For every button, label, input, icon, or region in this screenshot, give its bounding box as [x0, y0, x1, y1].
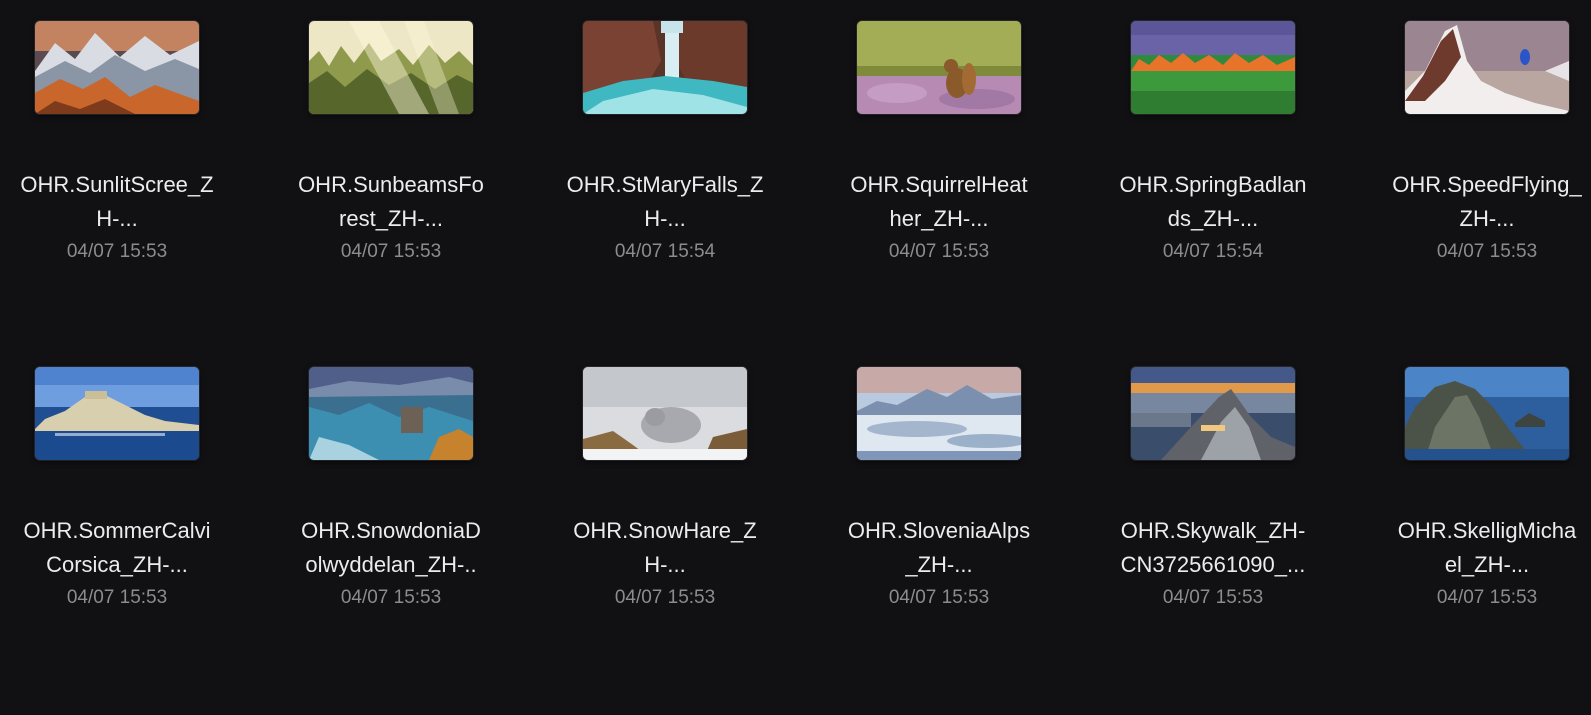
- file-date: 04/07 15:53: [66, 241, 168, 262]
- thumbnail-image[interactable]: [857, 367, 1021, 460]
- file-tile[interactable]: OHR.SnowdoniaD olwyddelan_ZH-.. 04/07 15…: [281, 367, 501, 667]
- file-name: OHR.SunbeamsFo rest_ZH-...: [298, 172, 484, 231]
- thumbnail-image[interactable]: [583, 21, 747, 114]
- thumbnail-image[interactable]: [1405, 21, 1569, 114]
- file-date: 04/07 15:53: [1436, 241, 1538, 262]
- thumbnail-image[interactable]: [309, 367, 473, 460]
- thumbnail-image[interactable]: [1131, 21, 1295, 114]
- thumbnail-image[interactable]: [583, 367, 747, 460]
- file-date: 04/07 15:53: [1436, 587, 1538, 608]
- file-date: 04/07 15:53: [888, 587, 990, 608]
- file-name: OHR.SkelligMicha el_ZH-...: [1397, 518, 1577, 577]
- file-grid: OHR.SunlitScree_Z H-... 04/07 15:53 OHR.…: [0, 0, 1591, 715]
- file-tile[interactable]: OHR.SloveniaAlps _ZH-... 04/07 15:53: [829, 367, 1049, 667]
- file-date: 04/07 15:53: [888, 241, 990, 262]
- file-name: OHR.SquirrelHeat her_ZH-...: [850, 172, 1028, 231]
- thumbnail-image[interactable]: [1405, 367, 1569, 460]
- thumbnail-image[interactable]: [35, 367, 199, 460]
- file-date: 04/07 15:53: [614, 587, 716, 608]
- file-name: OHR.StMaryFalls_Z H-...: [566, 172, 764, 231]
- file-tile[interactable]: OHR.SunlitScree_Z H-... 04/07 15:53: [7, 21, 227, 321]
- thumbnail-image[interactable]: [857, 21, 1021, 114]
- file-date: 04/07 15:54: [614, 241, 716, 262]
- file-name: OHR.SpringBadlan ds_ZH-...: [1119, 172, 1307, 231]
- file-tile[interactable]: OHR.SnowHare_Z H-... 04/07 15:53: [555, 367, 775, 667]
- file-name: OHR.SommerCalvi Corsica_ZH-...: [23, 518, 211, 577]
- file-date: 04/07 15:53: [340, 587, 442, 608]
- file-name: OHR.SunlitScree_Z H-...: [20, 172, 214, 231]
- file-name: OHR.SnowdoniaD olwyddelan_ZH-..: [301, 518, 481, 577]
- file-name: OHR.Skywalk_ZH- CN3725661090_...: [1120, 518, 1306, 577]
- file-tile[interactable]: OHR.SkelligMicha el_ZH-... 04/07 15:53: [1377, 367, 1591, 667]
- file-name: OHR.SpeedFlying_ ZH-...: [1392, 172, 1582, 231]
- file-date: 04/07 15:53: [66, 587, 168, 608]
- thumbnail-image[interactable]: [1131, 367, 1295, 460]
- file-tile[interactable]: OHR.SunbeamsFo rest_ZH-... 04/07 15:53: [281, 21, 501, 321]
- file-tile[interactable]: OHR.SquirrelHeat her_ZH-... 04/07 15:53: [829, 21, 1049, 321]
- file-date: 04/07 15:53: [1162, 587, 1264, 608]
- file-name: OHR.SloveniaAlps _ZH-...: [847, 518, 1031, 577]
- file-tile[interactable]: OHR.StMaryFalls_Z H-... 04/07 15:54: [555, 21, 775, 321]
- file-date: 04/07 15:53: [340, 241, 442, 262]
- thumbnail-image[interactable]: [35, 21, 199, 114]
- file-tile[interactable]: OHR.SpringBadlan ds_ZH-... 04/07 15:54: [1103, 21, 1323, 321]
- file-tile[interactable]: OHR.SommerCalvi Corsica_ZH-... 04/07 15:…: [7, 367, 227, 667]
- file-name: OHR.SnowHare_Z H-...: [573, 518, 757, 577]
- file-tile[interactable]: OHR.SpeedFlying_ ZH-... 04/07 15:53: [1377, 21, 1591, 321]
- thumbnail-image[interactable]: [309, 21, 473, 114]
- file-tile[interactable]: OHR.Skywalk_ZH- CN3725661090_... 04/07 1…: [1103, 367, 1323, 667]
- file-date: 04/07 15:54: [1162, 241, 1264, 262]
